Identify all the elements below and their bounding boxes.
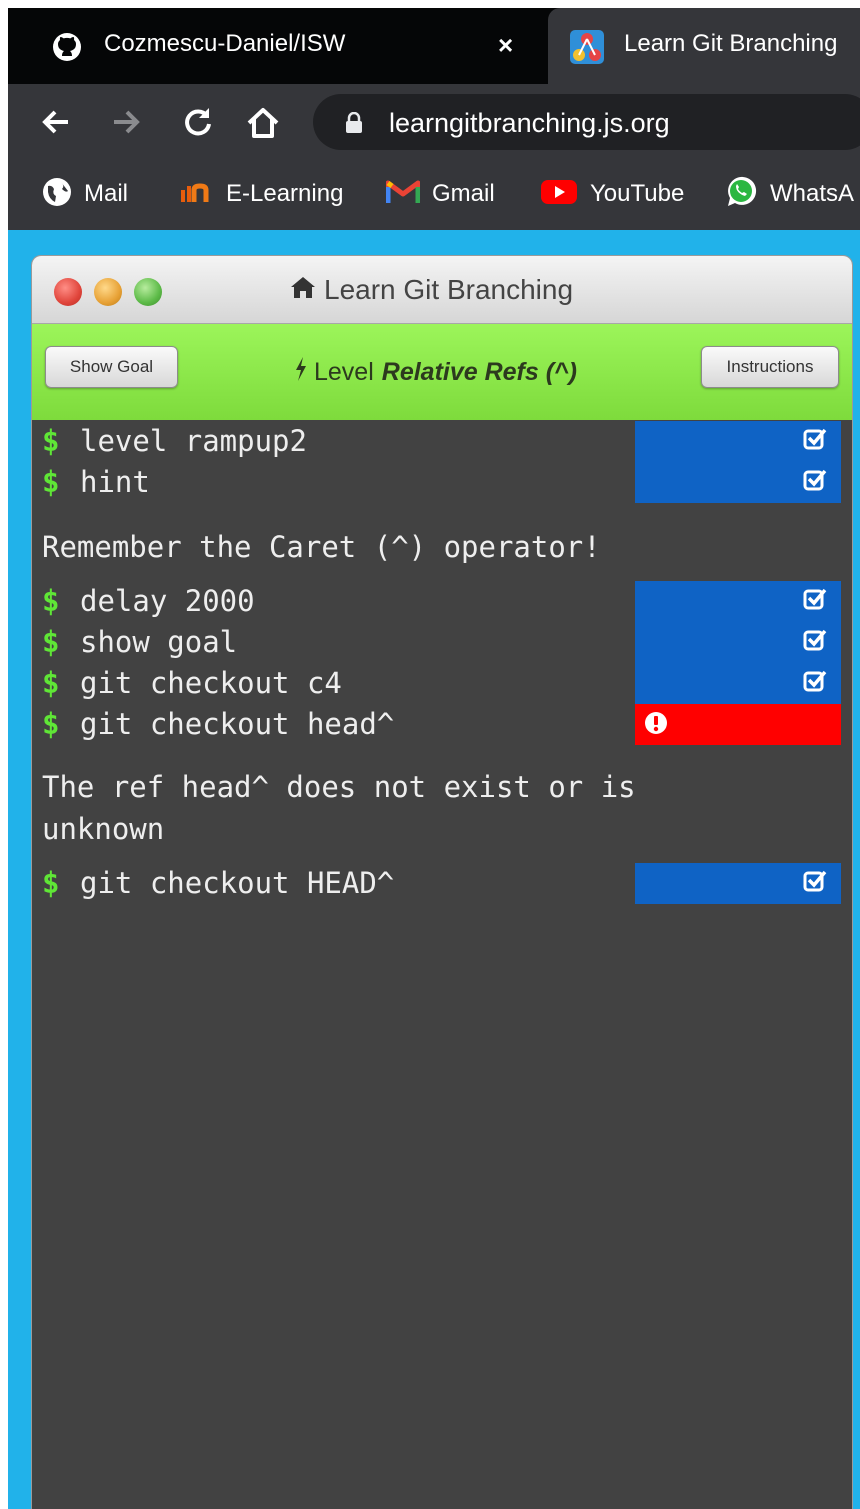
maximize-window-button[interactable] (134, 278, 162, 306)
bookmark-label: Mail (84, 180, 129, 207)
globe-icon (42, 177, 72, 212)
command-text: level rampup2 (80, 424, 307, 458)
prompt-symbol: $ (42, 866, 60, 900)
command-text: git checkout head^ (80, 707, 395, 741)
level-name: Relative Refs (^) (381, 358, 577, 386)
lock-icon (345, 111, 363, 139)
learngit-favicon-icon (570, 30, 604, 69)
command-row: $ git checkout head^ (32, 704, 852, 745)
prompt-symbol: $ (42, 584, 60, 618)
hint-message: Remember the Caret (^) operator! (42, 530, 601, 564)
command-row: $ git checkout c4 (32, 663, 852, 704)
level-toolbar: Show Goal Level Relative Refs (^) Instru… (32, 324, 852, 420)
home-icon[interactable] (244, 104, 282, 147)
prompt-symbol: $ (42, 625, 60, 659)
command-terminal[interactable]: $ level rampup2 $ hint Remember the Care… (32, 421, 852, 1509)
bookmark-youtube[interactable]: YouTube (540, 176, 684, 212)
browser-toolbar: learngitbranching.js.org (8, 84, 860, 160)
tab-strip: Cozmescu-Daniel/ISW × Learn Git Branchin… (8, 8, 860, 84)
command-row: $ git checkout HEAD^ (32, 863, 852, 904)
checkbox-checked-icon (803, 869, 827, 897)
show-goal-button[interactable]: Show Goal (45, 346, 178, 388)
command-status-success (635, 863, 841, 904)
back-arrow-icon[interactable] (38, 104, 74, 145)
error-message: The ref head^ does not exist or is unkno… (42, 770, 654, 846)
tab-github[interactable]: Cozmescu-Daniel/ISW × (8, 8, 548, 84)
bookmark-label: WhatsA (770, 180, 855, 207)
command-status-error (635, 704, 841, 745)
command-text: git checkout HEAD^ (80, 866, 395, 900)
checkbox-checked-icon (803, 628, 827, 656)
bookmarks-bar: Mail E-Learning Gmail YouTube WhatsA (8, 160, 860, 230)
address-bar[interactable]: learngitbranching.js.org (313, 94, 860, 150)
window-titlebar: Learn Git Branching (32, 256, 852, 324)
minimize-window-button[interactable] (94, 278, 122, 306)
youtube-icon (540, 178, 578, 211)
checkbox-checked-icon (803, 587, 827, 615)
window-title: Learn Git Branching (290, 274, 573, 306)
command-text: git checkout c4 (80, 666, 342, 700)
exclamation-circle-icon (643, 710, 669, 740)
bookmark-label: YouTube (590, 180, 685, 207)
tab-learn-git-branching[interactable]: Learn Git Branching (548, 8, 860, 84)
forward-arrow-icon[interactable] (108, 104, 144, 145)
window-title-text: Learn Git Branching (324, 274, 574, 305)
command-text: hint (80, 465, 150, 499)
bookmark-whatsapp[interactable]: WhatsA (724, 176, 854, 212)
url-text: learngitbranching.js.org (389, 108, 670, 138)
close-window-button[interactable] (54, 278, 82, 306)
checkbox-checked-icon (803, 427, 827, 455)
checkbox-checked-icon (803, 669, 827, 697)
app-window: Learn Git Branching Show Goal Level Rela… (31, 255, 853, 1509)
command-status-success (635, 462, 841, 503)
command-row: $ hint (32, 462, 852, 503)
bookmark-gmail[interactable]: Gmail (385, 176, 495, 212)
prompt-symbol: $ (42, 666, 60, 700)
bookmark-label: Gmail (432, 180, 495, 207)
close-tab-icon[interactable]: × (498, 30, 513, 61)
prompt-symbol: $ (42, 707, 60, 741)
level-title: Level Relative Refs (^) (294, 356, 577, 389)
bookmark-elearning[interactable]: E-Learning (180, 176, 343, 212)
gmail-icon (385, 179, 421, 210)
whatsapp-icon (724, 175, 758, 214)
command-text: delay 2000 (80, 584, 255, 618)
reload-icon[interactable] (180, 104, 216, 145)
prompt-symbol: $ (42, 424, 60, 458)
level-prefix: Level (314, 358, 374, 386)
command-row: $ level rampup2 (32, 421, 852, 462)
bookmark-label: E-Learning (226, 180, 344, 207)
command-status-success (635, 622, 841, 663)
prompt-symbol: $ (42, 465, 60, 499)
github-icon (52, 32, 82, 67)
instructions-button[interactable]: Instructions (701, 346, 839, 388)
bookmark-mail[interactable]: Mail (42, 176, 128, 212)
lightning-bolt-icon (294, 356, 308, 389)
elearning-icon (180, 178, 214, 211)
checkbox-checked-icon (803, 468, 827, 496)
home-icon (290, 274, 316, 306)
command-status-success (635, 663, 841, 704)
command-text: show goal (80, 625, 238, 659)
command-row: $ delay 2000 (32, 581, 852, 622)
command-status-success (635, 421, 841, 462)
tab-title: Cozmescu-Daniel/ISW (104, 30, 346, 57)
tab-title: Learn Git Branching (624, 30, 838, 57)
command-status-success (635, 581, 841, 622)
page-viewport: Learn Git Branching Show Goal Level Rela… (8, 230, 860, 1509)
command-row: $ show goal (32, 622, 852, 663)
